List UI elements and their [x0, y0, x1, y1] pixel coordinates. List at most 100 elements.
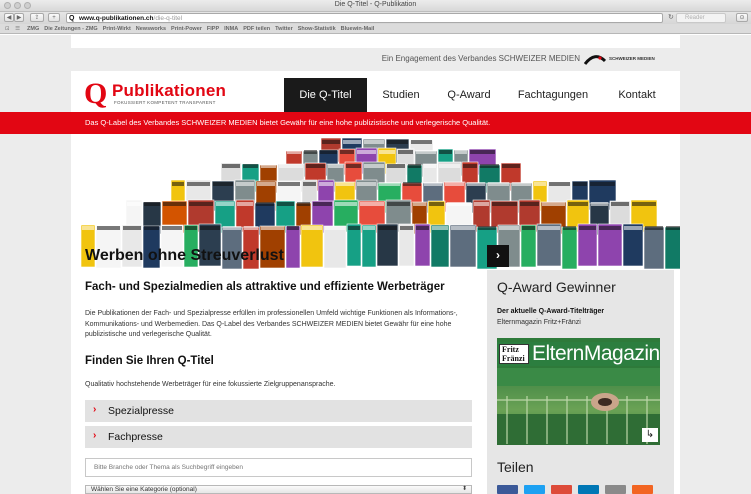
- bookmark-item[interactable]: Print-Power: [171, 26, 202, 32]
- magazine-cover: [664, 226, 680, 270]
- magazine-masthead: [599, 226, 621, 230]
- magazine-masthead: [172, 182, 184, 186]
- magazine-masthead: [591, 202, 608, 206]
- magazine-cover: [361, 224, 377, 268]
- magazine-masthead: [411, 140, 432, 144]
- reload-icon[interactable]: ↻: [668, 13, 674, 21]
- quality-banner: Das Q-Label des Verbandes SCHWEIZER MEDI…: [0, 112, 751, 134]
- magazine-masthead: [127, 202, 141, 206]
- page-title: Werben ohne Streuverlust: [85, 247, 284, 264]
- award-cover-image[interactable]: Fritz Fränzi ElternMagazin ↳: [497, 338, 660, 445]
- nav-q-award[interactable]: Q-Award: [435, 78, 503, 112]
- cover-teaser-strip: [497, 368, 660, 386]
- bookmark-item[interactable]: INMA: [224, 26, 238, 32]
- nav-die-q-titel[interactable]: Die Q-Titel: [284, 78, 367, 112]
- magazine-cover: [622, 223, 644, 267]
- bookmark-item[interactable]: Bluewin-Mail: [341, 26, 375, 32]
- bookmark-item[interactable]: Twitter: [275, 26, 293, 32]
- url-path: /die-q-titel: [153, 15, 183, 22]
- linkedin-icon[interactable]: [578, 485, 599, 494]
- forward-button[interactable]: ▶: [14, 13, 24, 22]
- bookmark-item[interactable]: Newsworks: [136, 26, 166, 32]
- cover-title: ElternMagazin: [532, 342, 660, 365]
- nav-fachtagungen[interactable]: Fachtagungen: [503, 78, 603, 112]
- magazine-masthead: [379, 182, 400, 186]
- more-share-icon[interactable]: [632, 485, 653, 494]
- category-select-value: Wählen Sie eine Kategorie (optional): [91, 486, 197, 493]
- magazine-cover: [323, 225, 347, 269]
- magazine-masthead: [424, 164, 436, 168]
- find-title-text: Qualitativ hochstehende Werbeträger für …: [85, 381, 336, 388]
- window-titlebar: Die Q-Titel - Q-Publikation: [0, 0, 751, 12]
- magazine-masthead: [303, 182, 316, 186]
- magazine-cover: [414, 223, 431, 267]
- bookmark-item[interactable]: Show-Statistik: [298, 26, 336, 32]
- magazine-cover: [536, 223, 562, 267]
- magazine-cover: [520, 224, 537, 268]
- magazine-masthead: [257, 182, 275, 186]
- accordion-spezialpresse[interactable]: › Spezialpresse: [85, 400, 472, 422]
- bookmark-item[interactable]: Die Zeitungen - ZMG: [44, 26, 97, 32]
- page-margin-right: [680, 35, 751, 494]
- nav-kontakt[interactable]: Kontakt: [603, 78, 671, 112]
- reader-button[interactable]: Reader: [676, 13, 726, 23]
- nav-studien[interactable]: Studien: [367, 78, 435, 112]
- quality-banner-text: Das Q-Label des Verbandes SCHWEIZER MEDI…: [85, 118, 491, 127]
- bookmark-item[interactable]: Print-Wirkt: [103, 26, 131, 32]
- site-logo[interactable]: Q Publikationen FOKUSSIERT KOMPETENT TRA…: [84, 79, 244, 109]
- magazine-masthead: [439, 164, 460, 168]
- branch-search-input[interactable]: [85, 458, 472, 477]
- url-host: www.q-publikationen.ch: [79, 15, 154, 22]
- share-page-button[interactable]: ⇪: [30, 13, 44, 22]
- magazine-masthead: [499, 226, 519, 230]
- back-button[interactable]: ◀: [4, 13, 14, 22]
- award-subheading: Der aktuelle Q-Award-Titelträger: [497, 308, 605, 315]
- new-tab-button[interactable]: +: [48, 13, 60, 22]
- engagement-bar: Ein Engagement des Verbandes SCHWEIZER M…: [71, 48, 680, 71]
- magazine-masthead: [549, 182, 570, 186]
- sidebar-toggle-button[interactable]: ›: [487, 245, 509, 267]
- magazine-masthead: [579, 226, 596, 230]
- find-title-heading: Finden Sie Ihren Q-Titel: [85, 355, 214, 367]
- bookmark-item[interactable]: ZMG: [27, 26, 39, 32]
- magazine-masthead: [492, 202, 517, 206]
- magazine-masthead: [502, 164, 520, 168]
- magazine-masthead: [534, 182, 546, 186]
- logo-tagline: FOKUSSIERT KOMPETENT TRANSPARENT: [114, 100, 216, 105]
- magazine-masthead: [364, 140, 384, 144]
- magazine-masthead: [542, 202, 565, 206]
- bookmark-list: ZMG Die Zeitungen - ZMG Print-Wirkt Newswor…: [27, 24, 379, 34]
- magazine-masthead: [568, 202, 588, 206]
- magazine-masthead: [223, 226, 241, 230]
- bookmark-item[interactable]: FIPP: [207, 26, 219, 32]
- magazine-masthead: [302, 226, 322, 230]
- magazine-masthead: [363, 226, 375, 230]
- magazine-masthead: [200, 226, 220, 230]
- magazine-masthead: [632, 202, 656, 206]
- magazine-masthead: [413, 202, 426, 206]
- downloads-button[interactable]: ⊙: [736, 13, 748, 22]
- bookmark-item[interactable]: PDF teilen: [243, 26, 270, 32]
- facebook-icon[interactable]: [497, 485, 518, 494]
- magazine-masthead: [213, 182, 233, 186]
- magazine-masthead: [236, 182, 254, 186]
- magazine-masthead: [522, 226, 535, 230]
- category-select[interactable]: Wählen Sie eine Kategorie (optional) ⬍: [85, 485, 472, 494]
- magazine-masthead: [336, 182, 354, 186]
- accordion-fachpresse[interactable]: › Fachpresse: [85, 426, 472, 448]
- cover-masthead: Fritz Fränzi ElternMagazin: [497, 342, 660, 366]
- google-plus-icon[interactable]: [551, 485, 572, 494]
- magazine-masthead: [563, 226, 576, 230]
- address-bar[interactable]: Q www.q-publikationen.ch/die-q-titel: [66, 13, 663, 23]
- email-icon[interactable]: [605, 485, 626, 494]
- intro-paragraph: Die Publikationen der Fach- und Spezialp…: [85, 310, 458, 338]
- schweizer-medien-logo[interactable]: SCHWEIZER MEDIEN: [582, 53, 674, 65]
- magazine-masthead: [162, 226, 182, 230]
- magazine-cover: [430, 224, 450, 268]
- cover-link-arrow-icon[interactable]: ↳: [642, 428, 658, 442]
- twitter-icon[interactable]: [524, 485, 545, 494]
- magazine-masthead: [416, 226, 429, 230]
- web-page: Ein Engagement des Verbandes SCHWEIZER M…: [0, 35, 751, 494]
- magazine-cover: [300, 224, 324, 268]
- bookmarks-icon[interactable]: ⊡ ☰: [5, 24, 22, 34]
